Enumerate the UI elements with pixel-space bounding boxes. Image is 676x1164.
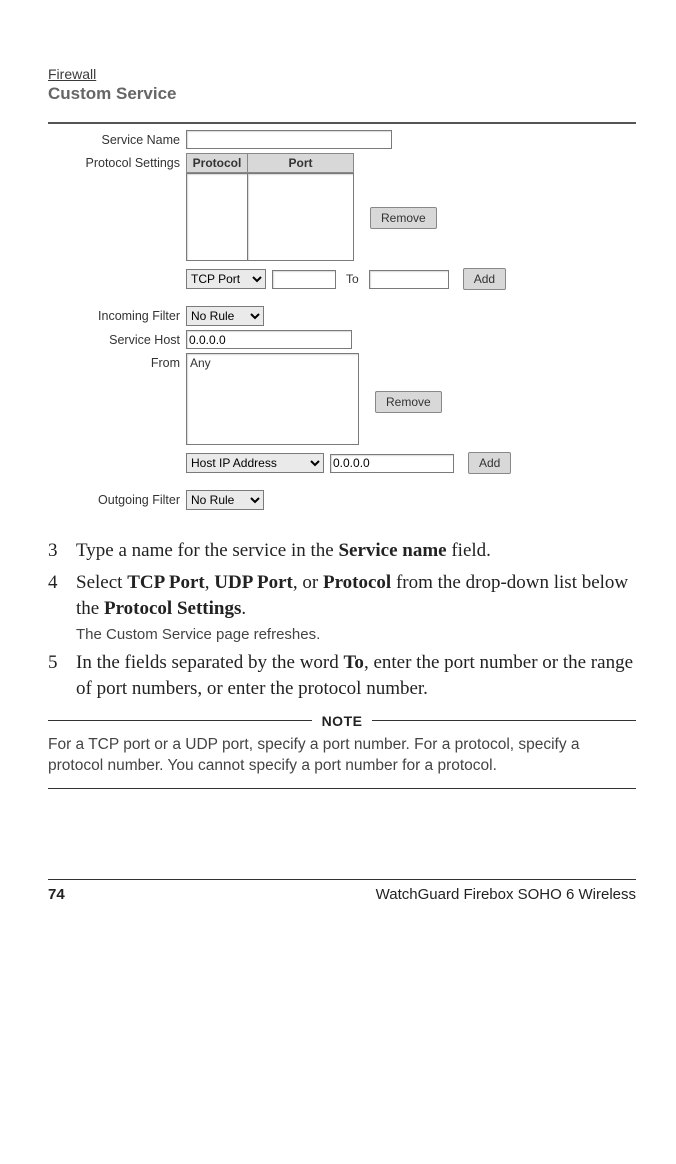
protocol-listbox[interactable] [186,173,247,261]
from-listbox[interactable]: Any [186,353,359,445]
outgoing-filter-select[interactable]: No Rule [186,490,264,510]
step-text: In the fields separated by the word [76,652,344,673]
page-footer: 74 WatchGuard Firebox SOHO 6 Wireless [48,879,636,903]
note-line-left [48,720,312,721]
from-remove-button[interactable]: Remove [375,391,442,413]
step-text: , or [293,572,323,593]
step-subtext: The Custom Service page refreshes. [76,625,636,645]
service-host-input[interactable] [186,330,352,349]
outgoing-filter-label: Outgoing Filter [48,490,186,507]
page-number: 74 [48,886,65,903]
from-label: From [48,353,186,370]
step-bold: Service name [338,540,446,561]
protocol-settings-label: Protocol Settings [48,153,186,170]
custom-service-screenshot: Firewall Custom Service Service Name Pro… [48,60,636,510]
from-list-item[interactable]: Any [190,356,355,370]
incoming-filter-select[interactable]: No Rule [186,306,264,326]
step-text: field. [447,540,491,561]
step-bold: Protocol [323,572,391,593]
incoming-filter-label: Incoming Filter [48,306,186,323]
divider [48,122,636,124]
service-host-label: Service Host [48,330,186,347]
page-title: Custom Service [48,84,636,104]
step-bold: UDP Port [214,572,293,593]
port-col-header: Port [248,153,354,173]
step-5: 5 In the fields separated by the word To… [48,650,636,702]
note-block: NOTE For a TCP port or a UDP port, speci… [48,713,636,790]
protocol-type-select[interactable]: TCP Port [186,269,266,289]
protocol-remove-button[interactable]: Remove [370,207,437,229]
product-name: WatchGuard Firebox SOHO 6 Wireless [376,886,636,903]
port-listbox[interactable] [247,173,354,261]
instruction-steps: 3 Type a name for the service in the Ser… [48,538,636,703]
note-label: NOTE [322,713,363,729]
step-bold: Protocol Settings [104,598,241,619]
step-text: . [241,598,246,619]
step-number: 3 [48,538,76,564]
step-4: 4 Select TCP Port, UDP Port, or Protocol… [48,570,636,644]
protocol-add-button[interactable]: Add [463,268,506,290]
step-number: 5 [48,650,76,702]
step-text: Type a name for the service in the [76,540,338,561]
port-from-input[interactable] [272,270,336,289]
from-add-button[interactable]: Add [468,452,511,474]
step-3: 3 Type a name for the service in the Ser… [48,538,636,564]
step-text: , [205,572,215,593]
service-name-input[interactable] [186,130,392,149]
from-host-input[interactable] [330,454,454,473]
protocol-col-header: Protocol [186,153,248,173]
service-name-label: Service Name [48,130,186,147]
from-type-select[interactable]: Host IP Address [186,453,324,473]
step-text: Select [76,572,127,593]
note-body: For a TCP port or a UDP port, specify a … [48,729,636,787]
note-end-line [48,788,636,789]
step-bold: TCP Port [127,572,205,593]
step-number: 4 [48,570,76,644]
port-to-input[interactable] [369,270,449,289]
to-label: To [346,272,359,286]
step-bold: To [344,652,364,673]
note-line-right [372,720,636,721]
breadcrumb[interactable]: Firewall [48,66,96,82]
